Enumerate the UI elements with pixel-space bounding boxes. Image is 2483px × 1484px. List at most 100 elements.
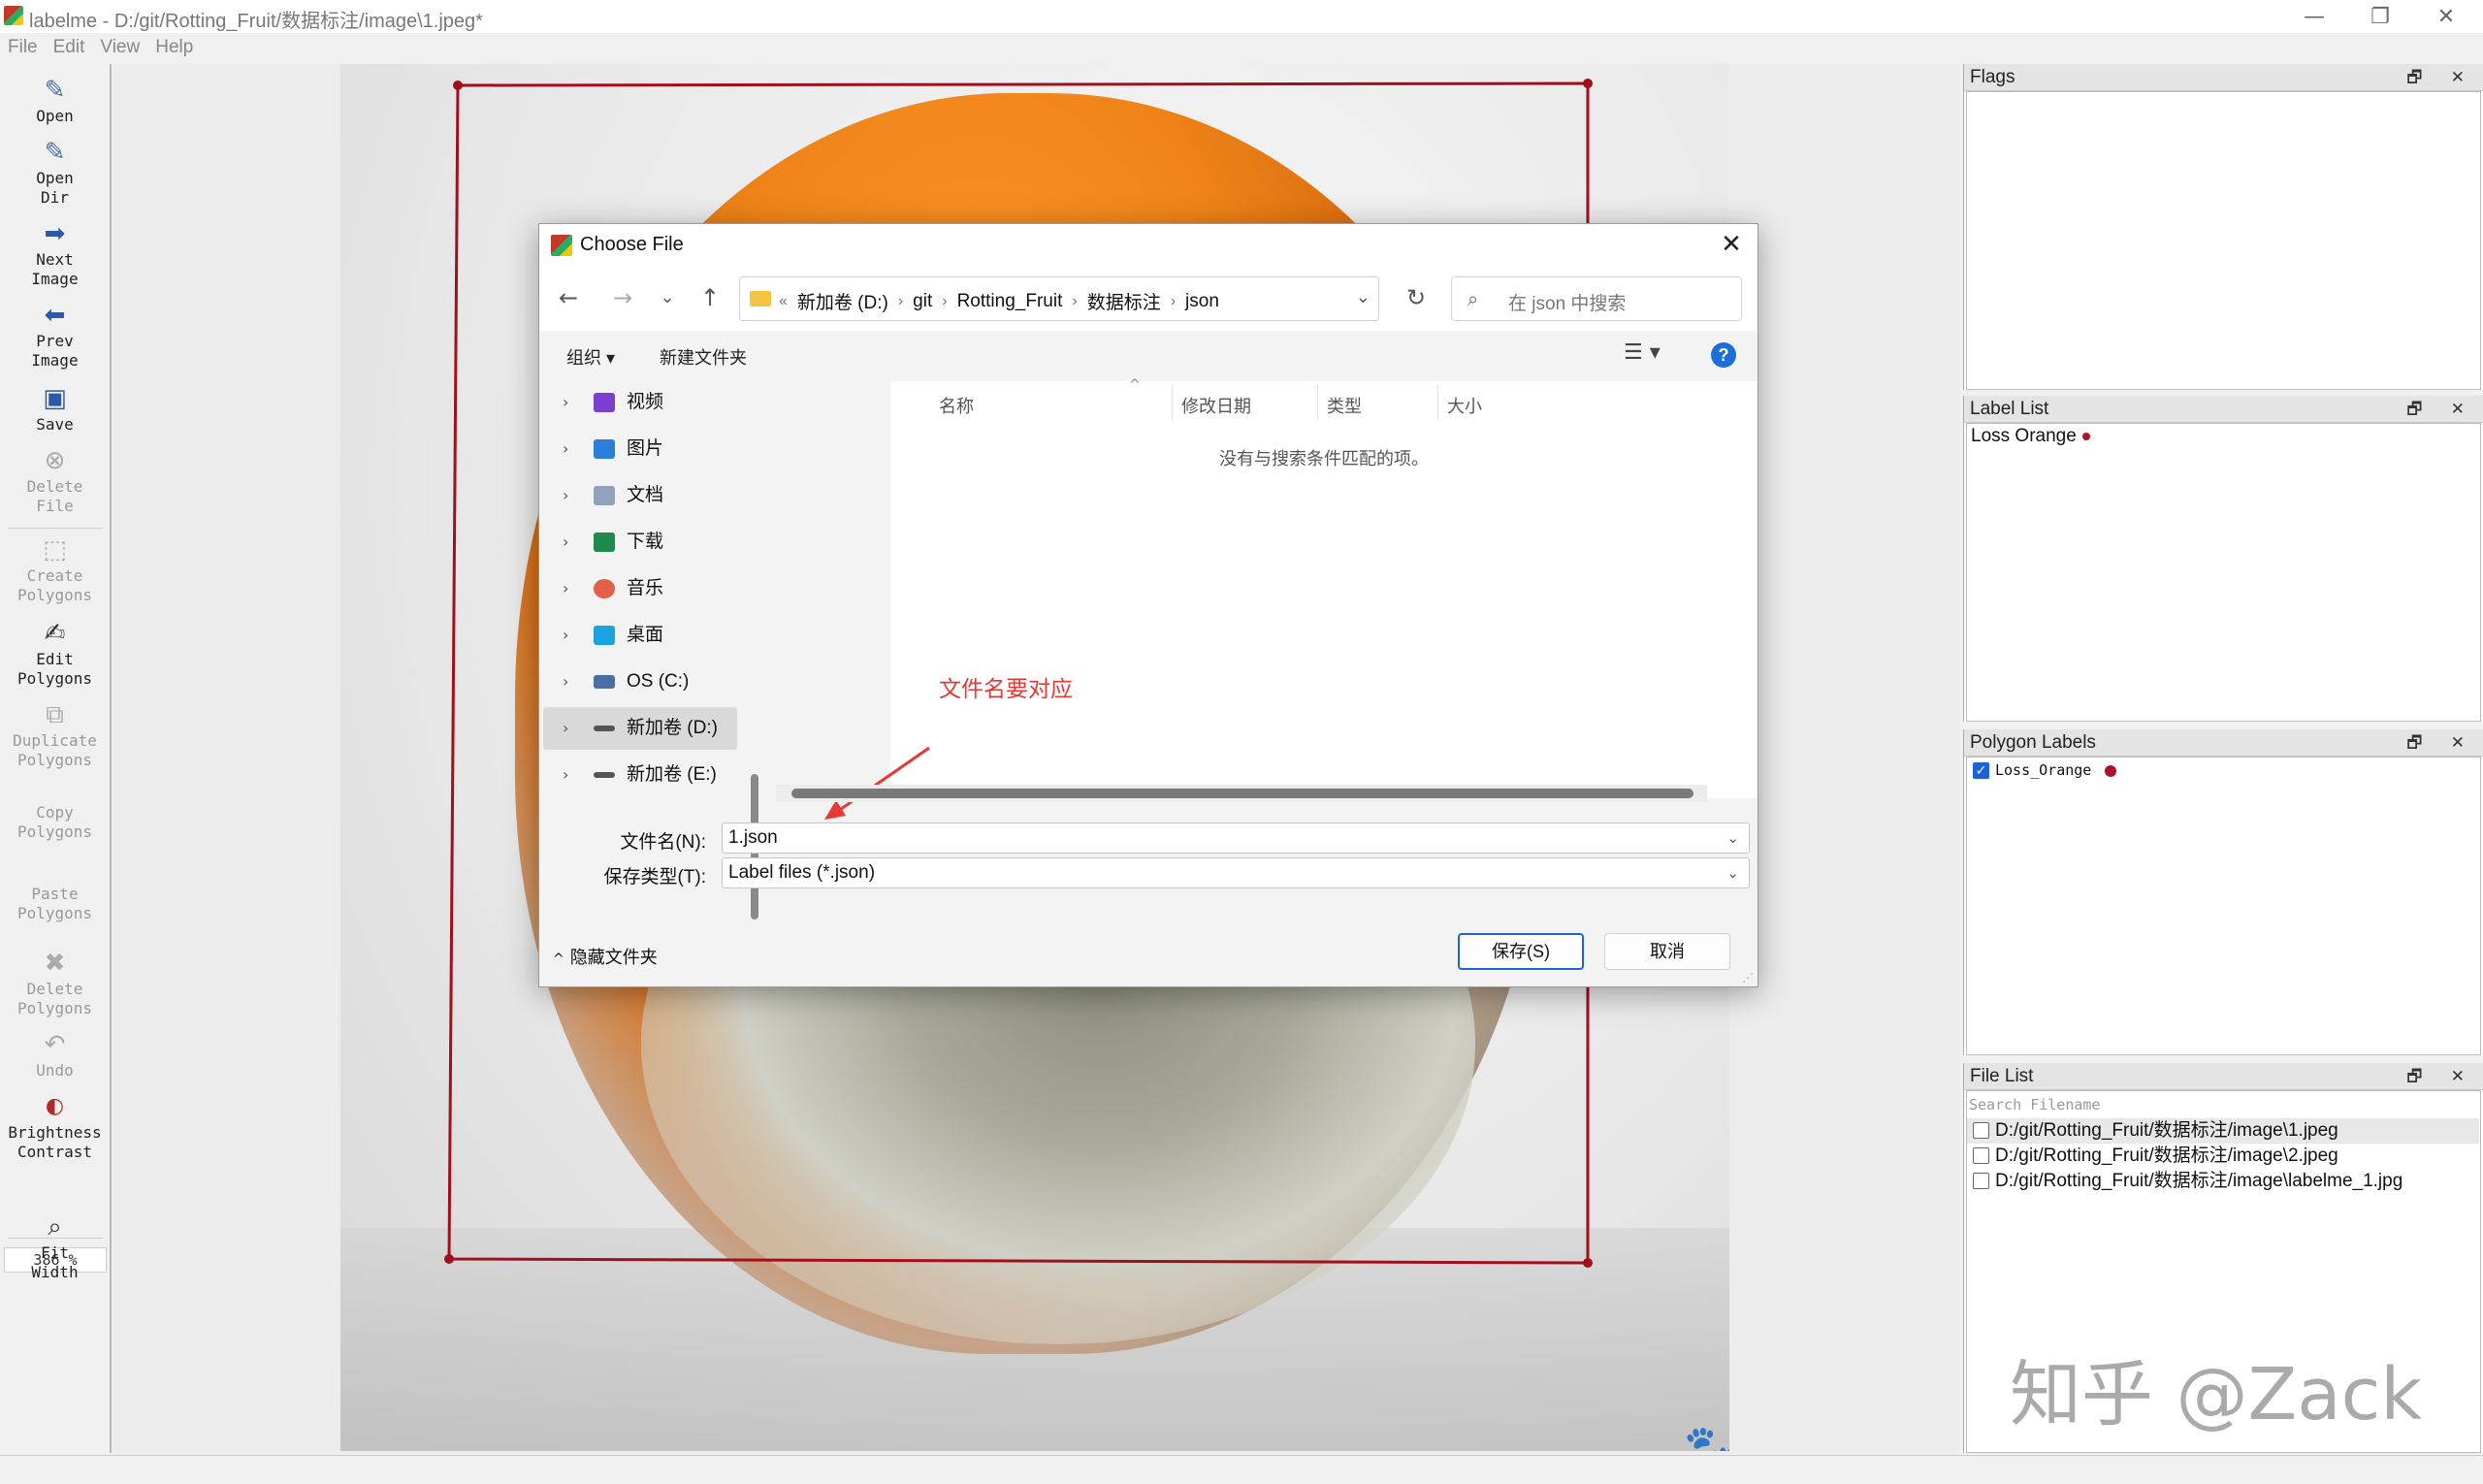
nav-item-music[interactable]: › 音乐 <box>543 567 883 610</box>
create-polygons-button[interactable]: ⬚ Create Polygons <box>0 535 110 605</box>
column-type[interactable]: 类型 <box>1327 393 1362 418</box>
file-checkbox[interactable] <box>1973 1122 1989 1140</box>
nav-item-downloads[interactable]: › 下载 <box>543 521 883 564</box>
zoom-fit-icon: ⌕ <box>48 1212 62 1242</box>
chevron-down-icon[interactable]: ⌄ <box>1356 287 1370 307</box>
desktop-icon <box>594 626 615 645</box>
chevron-right-icon[interactable]: › <box>563 381 568 424</box>
minimize-button[interactable]: — <box>2285 0 2343 33</box>
column-name[interactable]: 名称 <box>939 393 974 418</box>
chevron-right-icon[interactable]: › <box>563 567 568 610</box>
panel-float-close-icons[interactable]: 🗗 ✕ <box>2406 1063 2476 1090</box>
crumb-drive-d[interactable]: 新加卷 (D:) <box>797 288 888 314</box>
new-folder-button[interactable]: 新建文件夹 <box>660 344 747 370</box>
undo-button[interactable]: ↶ Undo <box>0 1030 110 1081</box>
filename-label: 文件名(N): <box>620 832 706 853</box>
crumb-rotting-fruit[interactable]: Rotting_Fruit <box>957 291 1063 312</box>
dialog-title-bar: Choose File ✕ <box>539 224 1757 267</box>
nav-item-documents[interactable]: › 文档 <box>543 474 883 517</box>
recent-locations-icon[interactable]: ⌄ <box>650 280 685 315</box>
hide-folders-toggle[interactable]: ^ 隐藏文件夹 <box>553 944 658 969</box>
chevron-right-icon[interactable]: › <box>563 521 568 564</box>
delete-file-button[interactable]: ⊗ Delete File <box>0 446 110 516</box>
breadcrumb: « 新加卷 (D:) › git › Rotting_Fruit › 数据标注 … <box>779 288 1219 314</box>
menu-edit[interactable]: Edit <box>53 37 85 58</box>
close-window-button[interactable]: ✕ <box>2417 0 2475 33</box>
delete-polygons-button[interactable]: ✖ Delete Polygons <box>0 949 110 1018</box>
floppy-disk-icon: ▣ <box>43 384 67 413</box>
search-input[interactable]: ⌕ 在 json 中搜索 <box>1451 276 1742 321</box>
panel-float-close-icons[interactable]: 🗗 ✕ <box>2406 64 2476 91</box>
copy-polygons-button[interactable]: Copy Polygons <box>0 803 110 842</box>
nav-item-drive-d[interactable]: › 新加卷 (D:) <box>543 707 737 750</box>
menu-view[interactable]: View <box>100 37 140 58</box>
save-dialog-button[interactable]: 保存(S) <box>1458 933 1584 970</box>
file-checkbox[interactable] <box>1973 1173 1989 1190</box>
polygon-labels-panel: Polygon Labels 🗗 ✕ ✓ Loss_Orange <box>1963 729 2483 1055</box>
flags-panel: Flags 🗗 ✕ <box>1963 64 2483 390</box>
toolbar-divider <box>8 528 103 529</box>
nav-item-videos[interactable]: › 视频 <box>543 381 883 424</box>
bbox-vertex <box>1583 1258 1593 1268</box>
file-list-item[interactable]: D:/git/Rotting_Fruit/数据标注/image\labelme_… <box>1967 1169 2402 1194</box>
file-search-input[interactable]: Search Filename <box>1969 1093 2479 1116</box>
prev-image-button[interactable]: ⬅ Prev Image <box>0 301 110 371</box>
polygon-checkbox[interactable]: ✓ <box>1973 762 1989 779</box>
address-bar[interactable]: « 新加卷 (D:) › git › Rotting_Fruit › 数据标注 … <box>739 276 1379 321</box>
menu-help[interactable]: Help <box>155 37 193 58</box>
nav-item-pictures[interactable]: › 图片 <box>543 428 883 470</box>
crumb-git[interactable]: git <box>913 291 932 312</box>
back-arrow-icon[interactable]: ← <box>551 280 586 315</box>
open-button[interactable]: ✎ Open <box>0 76 110 126</box>
fit-width-button[interactable]: ⌕ Fit Width <box>0 1212 110 1282</box>
crumb-json[interactable]: json <box>1185 291 1219 312</box>
polygon-labels-list[interactable]: ✓ Loss_Orange <box>1966 757 2481 1055</box>
chevron-down-icon[interactable]: ⌄ <box>1726 858 1739 887</box>
column-size[interactable]: 大小 <box>1447 393 1482 418</box>
brightness-contrast-button[interactable]: ◐ Brightness Contrast <box>0 1092 110 1162</box>
forward-arrow-icon[interactable]: → <box>605 280 640 315</box>
refresh-icon[interactable]: ↻ <box>1399 280 1434 315</box>
paste-polygons-button[interactable]: Paste Polygons <box>0 885 110 923</box>
menu-file[interactable]: File <box>8 37 38 58</box>
open-dir-button[interactable]: ✎ Open Dir <box>0 138 110 208</box>
duplicate-polygons-button[interactable]: ⧉ Duplicate Polygons <box>0 700 110 770</box>
up-arrow-icon[interactable]: ↑ <box>693 280 727 315</box>
maximize-button[interactable]: ❐ <box>2351 0 2409 33</box>
panel-float-close-icons[interactable]: 🗗 ✕ <box>2406 729 2476 757</box>
file-list-item[interactable]: D:/git/Rotting_Fruit/数据标注/image\1.jpeg <box>1967 1118 2479 1144</box>
next-image-button[interactable]: ➡ Next Image <box>0 219 110 289</box>
nav-item-desktop[interactable]: › 桌面 <box>543 614 883 657</box>
resize-grip-icon[interactable]: ⋰ <box>1742 971 1754 984</box>
help-icon[interactable]: ? <box>1711 342 1736 368</box>
file-pane-scrollbar[interactable] <box>791 789 1693 798</box>
label-list-item[interactable]: Loss Orange <box>1971 426 2090 447</box>
panel-float-close-icons[interactable]: 🗗 ✕ <box>2406 396 2476 423</box>
save-button[interactable]: ▣ Save <box>0 384 110 435</box>
brightness-icon: ◐ <box>45 1094 65 1118</box>
nav-item-drive-c[interactable]: › OS (C:) <box>543 661 883 703</box>
cancel-button[interactable]: 取消 <box>1604 933 1730 970</box>
crumb-annotation[interactable]: 数据标注 <box>1087 288 1161 314</box>
column-modified[interactable]: 修改日期 <box>1181 393 1251 418</box>
choose-file-dialog: Choose File ✕ ← → ⌄ ↑ « 新加卷 (D:) › git ›… <box>538 223 1758 987</box>
label-list[interactable]: Loss Orange <box>1966 423 2481 722</box>
chevron-right-icon[interactable]: › <box>563 754 568 796</box>
chevron-right-icon[interactable]: › <box>563 661 568 703</box>
file-list-item[interactable]: D:/git/Rotting_Fruit/数据标注/image\2.jpeg <box>1967 1144 2338 1169</box>
chevron-down-icon[interactable]: ⌄ <box>1726 823 1739 853</box>
edit-polygons-button[interactable]: ✍ Edit Polygons <box>0 619 110 689</box>
filetype-select[interactable]: Label files (*.json) ⌄ <box>722 857 1750 888</box>
file-checkbox[interactable] <box>1973 1147 1989 1165</box>
dialog-close-button[interactable]: ✕ <box>1715 228 1748 261</box>
polygon-label-item[interactable]: ✓ Loss_Orange <box>1973 761 2117 779</box>
filename-input[interactable]: 1.json ⌄ <box>722 823 1750 854</box>
chevron-right-icon[interactable]: › <box>563 428 568 470</box>
chevron-right-icon[interactable]: › <box>563 707 568 750</box>
view-options-icon[interactable]: ☰ ▾ <box>1624 340 1661 365</box>
status-bar <box>0 1455 2483 1484</box>
organize-button[interactable]: 组织 ▾ <box>566 344 615 370</box>
chevron-right-icon[interactable]: › <box>563 474 568 517</box>
chevron-right-icon[interactable]: › <box>563 614 568 657</box>
flags-list[interactable] <box>1966 91 2481 390</box>
